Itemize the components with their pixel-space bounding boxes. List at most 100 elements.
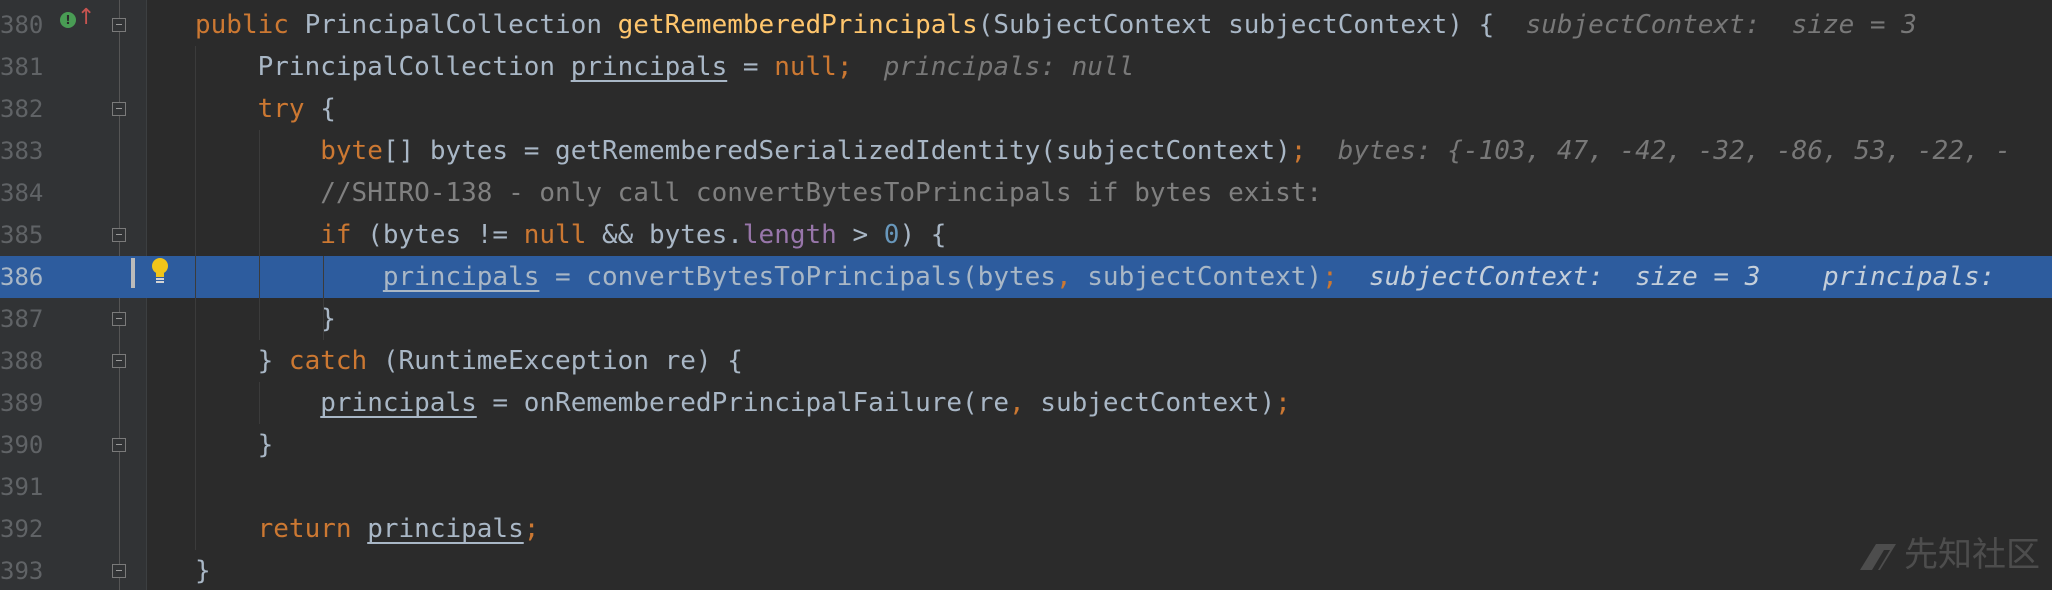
line-number[interactable]: 392	[0, 508, 46, 550]
inline-debug-value[interactable]: subjectContext: size = 3 principals:	[1369, 262, 2011, 292]
code-text[interactable]: byte[] bytes = getRememberedSerializedId…	[195, 130, 2011, 172]
code-token: principals	[570, 52, 728, 82]
code-token: (bytes !=	[351, 220, 524, 250]
code-token: 0	[883, 220, 900, 250]
inline-debug-value[interactable]: subjectContext: size = 3	[1526, 10, 1917, 40]
inline-debug-value[interactable]: principals: null	[884, 52, 1134, 82]
code-text[interactable]: }	[195, 298, 336, 340]
line-number[interactable]: 389	[0, 382, 46, 424]
code-line[interactable]: 389 principals = onRememberedPrincipalFa…	[0, 382, 2052, 424]
code-line[interactable]: 385 if (bytes != null && bytes.length > …	[0, 214, 2052, 256]
code-token: null	[523, 220, 587, 250]
code-token: (SubjectContext subjectContext) {	[977, 10, 1495, 40]
code-line[interactable]: 387 }	[0, 298, 2052, 340]
code-token: ;	[1322, 262, 1338, 292]
code-text[interactable]: public PrincipalCollection getRemembered…	[195, 4, 1917, 46]
code-token: ,	[1055, 262, 1072, 292]
code-line[interactable]: 388 } catch (RuntimeException re) {	[0, 340, 2052, 382]
code-token: ;	[836, 52, 853, 82]
lightbulb-icon[interactable]	[148, 256, 172, 286]
code-token: byte	[320, 136, 383, 166]
code-line[interactable]: 380 public PrincipalCollection getRemembe…	[0, 4, 2052, 46]
code-line[interactable]: 391	[0, 466, 2052, 508]
fold-marker-icon[interactable]	[112, 228, 126, 242]
code-token: ;	[1275, 388, 1291, 418]
watermark: 先知社区	[1858, 527, 2040, 576]
code-line[interactable]: 382 try {	[0, 88, 2052, 130]
xianzhi-logo-icon	[1860, 543, 1896, 570]
code-token: if	[320, 220, 352, 250]
code-token: }	[195, 304, 336, 334]
code-token: public	[195, 10, 305, 40]
code-editor[interactable]: 380 public PrincipalCollection getRemembe…	[0, 0, 2052, 590]
inline-debug-value[interactable]: bytes: {-103, 47, -42, -32, -86, 53, -22…	[1338, 136, 2011, 166]
code-token: }	[195, 556, 211, 586]
code-token: length	[742, 220, 837, 250]
indent-guide	[259, 382, 260, 424]
code-line[interactable]: 392 return principals;	[0, 508, 2052, 550]
code-token: subjectContext)	[1024, 388, 1276, 418]
line-number[interactable]: 385	[0, 214, 46, 256]
line-number[interactable]: 383	[0, 130, 46, 172]
code-text[interactable]: }	[195, 424, 274, 466]
code-token: ,	[1009, 388, 1025, 418]
code-token: && bytes.	[586, 220, 743, 250]
line-number[interactable]: 384	[0, 172, 46, 214]
line-number[interactable]: 387	[0, 298, 46, 340]
line-number[interactable]: 382	[0, 88, 46, 130]
code-line[interactable]: 390 }	[0, 424, 2052, 466]
code-text[interactable]: if (bytes != null && bytes.length > 0) {	[195, 214, 946, 256]
code-token: principals	[382, 262, 540, 292]
line-number[interactable]: 390	[0, 424, 46, 466]
fold-marker-icon[interactable]	[112, 564, 126, 578]
code-token: try	[257, 94, 305, 124]
code-text[interactable]: //SHIRO-138 - only call convertBytesToPr…	[195, 172, 1322, 214]
fold-marker-icon[interactable]	[112, 18, 126, 32]
fold-marker-icon[interactable]	[112, 354, 126, 368]
line-number[interactable]: 380	[0, 4, 46, 46]
code-token: null	[774, 52, 837, 82]
code-text[interactable]: return principals;	[195, 508, 540, 550]
code-text[interactable]: }	[195, 550, 211, 590]
indent-guide	[259, 130, 260, 340]
code-token: >	[836, 220, 884, 250]
fold-marker-icon[interactable]	[112, 102, 126, 116]
line-number[interactable]: 391	[0, 466, 46, 508]
code-token: ;	[1290, 136, 1307, 166]
code-token: ) {	[899, 220, 947, 250]
code-line[interactable]: 393}	[0, 550, 2052, 590]
line-number[interactable]: 388	[0, 340, 46, 382]
code-token: (RuntimeException re) {	[367, 346, 743, 376]
code-text[interactable]: principals = onRememberedPrincipalFailur…	[195, 382, 1291, 424]
code-token: catch	[288, 346, 368, 376]
line-number[interactable]: 386	[0, 256, 46, 298]
code-token: subjectContext)	[1071, 262, 1323, 292]
fold-marker-icon[interactable]	[112, 312, 126, 326]
execution-line[interactable]: 386 principals = convertBytesToPrincipal…	[0, 256, 2052, 298]
code-token: //SHIRO-138 - only call convertBytesToPr…	[320, 178, 1323, 208]
watermark-text: 先知社区	[1904, 535, 2040, 575]
code-token: = convertBytesToPrincipals(bytes	[539, 262, 1056, 292]
code-text[interactable]: } catch (RuntimeException re) {	[195, 340, 743, 382]
fold-marker-icon[interactable]	[112, 438, 126, 452]
code-line[interactable]: 383 byte[] bytes = getRememberedSerializ…	[0, 130, 2052, 172]
code-text[interactable]: principals = convertBytesToPrincipals(by…	[195, 256, 2011, 298]
code-line[interactable]: 384 //SHIRO-138 - only call convertBytes…	[0, 172, 2052, 214]
code-text[interactable]: try {	[195, 88, 336, 130]
override-implementing-icon[interactable]: !	[60, 12, 76, 28]
text-caret	[131, 258, 135, 288]
code-text[interactable]: PrincipalCollection principals = null; p…	[195, 46, 1135, 88]
line-number[interactable]: 381	[0, 46, 46, 88]
up-arrow-icon[interactable]: ↑	[77, 6, 95, 30]
code-token: {	[304, 94, 336, 124]
code-token: return	[257, 514, 352, 544]
code-line[interactable]: 381 PrincipalCollection principals = nul…	[0, 46, 2052, 88]
indent-guide	[195, 46, 196, 550]
line-number[interactable]: 393	[0, 550, 46, 590]
